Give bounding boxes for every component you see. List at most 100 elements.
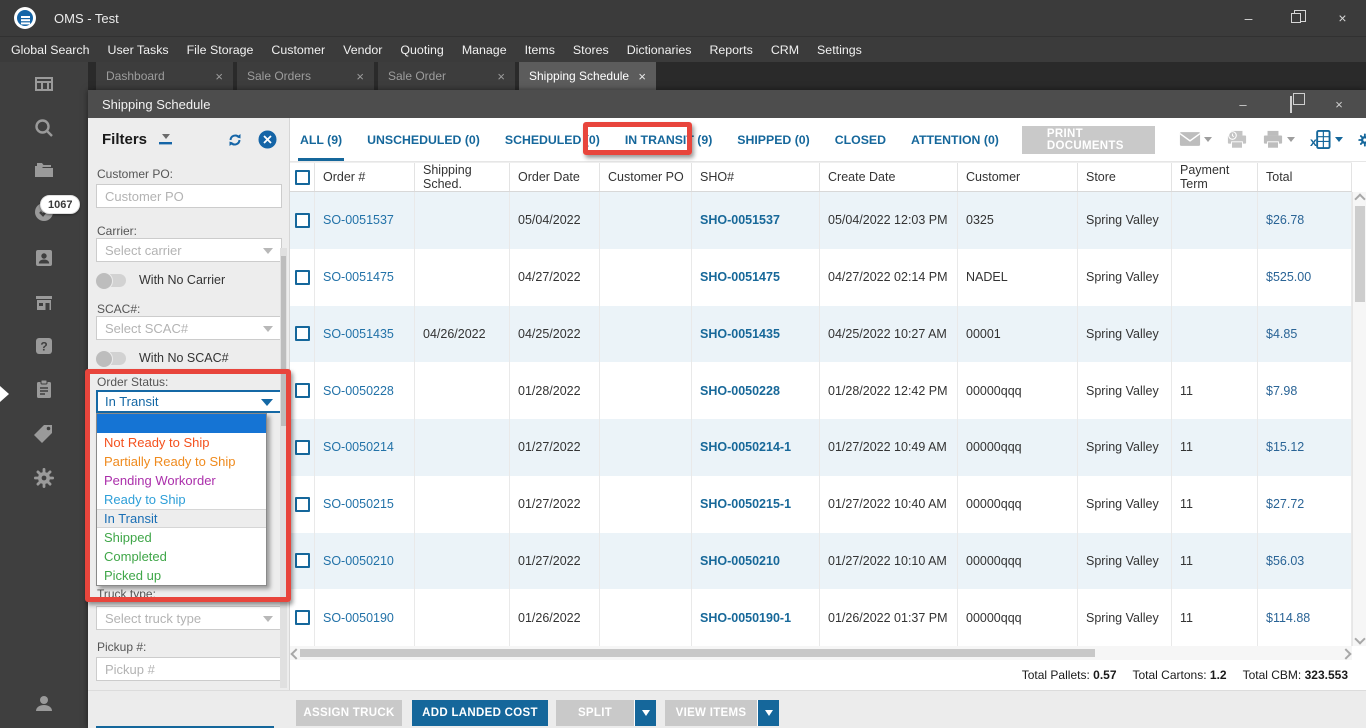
- panel-restore-button[interactable]: [1284, 95, 1298, 113]
- clear-filters-icon[interactable]: [157, 132, 174, 147]
- print-button[interactable]: [1262, 130, 1295, 150]
- sho-link[interactable]: SHO-0051537: [700, 213, 780, 227]
- order-link[interactable]: SO-0050214: [323, 440, 394, 454]
- sho-link[interactable]: SHO-0051435: [700, 327, 780, 341]
- view-items-dropdown-button[interactable]: [757, 700, 779, 726]
- user-icon[interactable]: [32, 691, 56, 715]
- menu-item[interactable]: User Tasks: [99, 37, 178, 62]
- close-filters-icon[interactable]: [258, 130, 277, 149]
- settings-gear-icon[interactable]: [32, 466, 56, 490]
- order-status-option[interactable]: In Transit: [97, 509, 266, 528]
- order-status-option[interactable]: Shipped: [97, 528, 266, 547]
- truck-type-select[interactable]: Select truck type: [96, 606, 282, 630]
- refresh-icon[interactable]: [226, 131, 244, 149]
- column-header-order-date[interactable]: Order Date: [510, 163, 600, 191]
- column-header-order[interactable]: Order #: [315, 163, 415, 191]
- status-tab[interactable]: ALL (9): [298, 118, 344, 161]
- table-row[interactable]: SO-0051475 04/27/2022 SHO-0051475 04/27/…: [290, 248, 1352, 306]
- search-icon[interactable]: [32, 116, 56, 140]
- status-tab[interactable]: SHIPPED (0): [735, 118, 811, 161]
- restore-button[interactable]: [1272, 0, 1319, 36]
- status-tab[interactable]: CLOSED: [833, 118, 888, 161]
- order-status-option[interactable]: Ready to Ship: [97, 490, 266, 509]
- row-checkbox[interactable]: [295, 326, 310, 342]
- store-icon[interactable]: [32, 291, 56, 315]
- export-excel-button[interactable]: x: [1309, 129, 1343, 150]
- sho-link[interactable]: SHO-0050190-1: [700, 611, 791, 625]
- add-landed-cost-button[interactable]: ADD LANDED COST: [412, 700, 548, 726]
- row-checkbox[interactable]: [295, 269, 310, 285]
- table-row[interactable]: SO-0051537 05/04/2022 SHO-0051537 05/04/…: [290, 192, 1352, 249]
- table-row[interactable]: SO-0050210 01/27/2022 SHO-0050210 01/27/…: [290, 532, 1352, 590]
- column-header-create-date[interactable]: Create Date: [820, 163, 958, 191]
- vertical-scrollbar[interactable]: [1352, 192, 1366, 646]
- assign-truck-button[interactable]: ASSIGN TRUCK: [296, 700, 402, 726]
- order-link[interactable]: SO-0050228: [323, 384, 394, 398]
- close-button[interactable]: ×: [1319, 0, 1366, 36]
- view-items-button[interactable]: VIEW ITEMS: [665, 700, 757, 726]
- column-header-customer[interactable]: Customer: [958, 163, 1078, 191]
- tab-close-icon[interactable]: ×: [638, 69, 646, 84]
- document-tab[interactable]: Shipping Schedule ×: [519, 62, 656, 90]
- menu-item[interactable]: Dictionaries: [618, 37, 701, 62]
- horizontal-scrollbar[interactable]: [290, 646, 1352, 660]
- menu-item[interactable]: Vendor: [334, 37, 391, 62]
- order-status-option[interactable]: Partially Ready to Ship: [97, 452, 266, 471]
- table-row[interactable]: SO-0050214 01/27/2022 SHO-0050214-1 01/2…: [290, 419, 1352, 476]
- menu-item[interactable]: Manage: [453, 37, 516, 62]
- order-status-option[interactable]: Picked up: [97, 566, 266, 585]
- sho-link[interactable]: SHO-0050228: [700, 384, 780, 398]
- column-header-customer-po[interactable]: Customer PO: [600, 163, 692, 191]
- order-link[interactable]: SO-0050215: [323, 497, 394, 511]
- table-row[interactable]: SO-0050190 01/26/2022 SHO-0050190-1 01/2…: [290, 589, 1352, 646]
- order-status-select[interactable]: In Transit: [96, 390, 282, 413]
- order-status-option[interactable]: Completed: [97, 547, 266, 566]
- document-tab[interactable]: Sale Orders ×: [237, 62, 374, 90]
- menu-item[interactable]: Quoting: [391, 37, 452, 62]
- row-checkbox[interactable]: [295, 553, 310, 569]
- column-header-shipping-sched[interactable]: Shipping Sched.: [415, 163, 510, 191]
- panel-close-button[interactable]: ×: [1332, 97, 1346, 112]
- customer-po-input[interactable]: [96, 184, 282, 208]
- contacts-icon[interactable]: [32, 246, 56, 270]
- row-checkbox[interactable]: [295, 212, 310, 228]
- horizontal-scrollbar-thumb[interactable]: [300, 649, 1095, 657]
- tags-icon[interactable]: [32, 421, 56, 445]
- scroll-down-icon[interactable]: [1354, 633, 1366, 645]
- row-checkbox[interactable]: [295, 439, 310, 455]
- column-header-store[interactable]: Store: [1078, 163, 1172, 191]
- sidebar-expander-arrow[interactable]: [0, 386, 9, 402]
- sho-link[interactable]: SHO-0050215-1: [700, 497, 791, 511]
- menu-item[interactable]: Reports: [700, 37, 761, 62]
- column-header-payment-term[interactable]: Payment Term: [1172, 163, 1258, 191]
- split-dropdown-button[interactable]: [634, 700, 656, 726]
- row-checkbox[interactable]: [295, 383, 310, 399]
- menu-item[interactable]: Settings: [808, 37, 871, 62]
- print-preview-button[interactable]: [1226, 130, 1248, 150]
- menu-item[interactable]: Stores: [564, 37, 618, 62]
- help-icon[interactable]: ?: [32, 334, 56, 358]
- order-status-option[interactable]: Pending Workorder: [97, 471, 266, 490]
- row-checkbox[interactable]: [295, 610, 310, 626]
- print-documents-button[interactable]: PRINT DOCUMENTS: [1021, 125, 1155, 154]
- order-status-option[interactable]: Not Ready to Ship: [97, 433, 266, 452]
- status-tab[interactable]: UNSCHEDULED (0): [365, 118, 482, 161]
- select-all-checkbox[interactable]: [295, 169, 310, 185]
- status-tab[interactable]: SCHEDULED (0): [503, 118, 602, 161]
- tab-close-icon[interactable]: ×: [497, 69, 505, 84]
- document-tab[interactable]: Dashboard ×: [96, 62, 233, 90]
- filters-scrollbar[interactable]: [280, 248, 287, 688]
- no-scac-toggle[interactable]: [95, 349, 126, 368]
- order-status-option[interactable]: [97, 414, 266, 433]
- column-header-total[interactable]: Total: [1258, 163, 1352, 191]
- carrier-select[interactable]: Select carrier: [96, 238, 282, 262]
- table-row[interactable]: SO-0051435 04/26/2022 04/25/2022 SHO-005…: [290, 305, 1352, 363]
- scroll-up-icon[interactable]: [1354, 193, 1366, 205]
- tab-close-icon[interactable]: ×: [215, 69, 223, 84]
- minimize-button[interactable]: –: [1225, 0, 1272, 36]
- scroll-right-icon[interactable]: [1340, 648, 1352, 660]
- email-button[interactable]: [1179, 131, 1212, 148]
- table-row[interactable]: SO-0050228 01/28/2022 SHO-0050228 01/28/…: [290, 362, 1352, 419]
- tab-close-icon[interactable]: ×: [356, 69, 364, 84]
- menu-item[interactable]: Customer: [262, 37, 334, 62]
